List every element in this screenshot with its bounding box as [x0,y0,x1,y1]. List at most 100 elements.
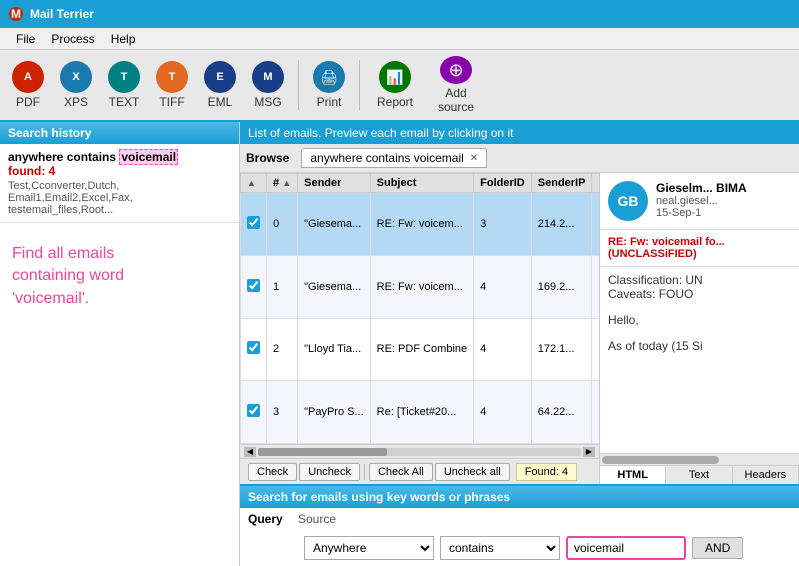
query-keyword: voicemail [119,149,178,165]
email-table-container: ▲ # ▲ Sender Subject FolderID SenderIP D… [240,173,599,444]
source-label: Source [298,512,348,526]
tab-html[interactable]: HTML [600,466,666,484]
col-num[interactable]: # ▲ [267,174,298,193]
row-subject: RE: Fw: voicem... [370,255,473,318]
scroll-track[interactable] [258,448,581,456]
preview-pane: GB Gieselm... BIMA neal.giesel... 15-Sep… [599,173,799,484]
row-date: 04-Sep [592,381,599,444]
app-title: Mail Terrier [30,7,94,21]
preview-scrollbar[interactable] [600,453,799,465]
report-button[interactable]: 📊 Report [368,56,422,114]
preview-date: 15-Sep-1 [656,207,747,219]
row-subject: RE: Fw: voicem... [370,193,473,256]
table-row[interactable]: 2 "Lloyd Tia... RE: PDF Combine 4 172.1.… [241,318,600,381]
menu-bar: File Process Help [0,28,799,50]
sidebar: Search history anywhere contains voicema… [0,122,240,566]
horizontal-scrollbar[interactable]: ◀ ▶ [240,444,599,458]
row-folder: 3 [474,193,532,256]
col-senderip[interactable]: SenderIP [531,174,592,193]
tab-close-icon[interactable]: ✕ [470,153,478,164]
xps-icon: X [60,61,92,93]
table-row[interactable]: 1 "Giesema... RE: Fw: voicem... 4 169.2.… [241,255,600,318]
search-row: Anywhere Subject Sender Body Date contai… [240,530,799,566]
row-sender: "Giesema... [298,255,371,318]
footer-controls: Check Uncheck Check All Uncheck all Foun… [240,458,599,484]
query-found-count: found: 4 [8,164,231,178]
pdf-button[interactable]: A PDF [6,56,50,114]
scroll-right-icon[interactable]: ▶ [583,447,595,457]
col-date[interactable]: Date [592,174,599,193]
msg-icon: M [252,61,284,93]
eml-icon: E [204,61,236,93]
check-all-button[interactable]: Check All [369,463,433,481]
query-prefix: anywhere contains [8,150,119,164]
msg-button[interactable]: M MSG [246,56,290,114]
row-ip: 214.2... [531,193,592,256]
row-checkbox[interactable] [241,255,267,318]
preview-tabs: HTML Text Headers [600,465,799,484]
title-bar: M Mail Terrier [0,0,799,28]
check-button[interactable]: Check [248,463,297,481]
tiff-button[interactable]: T TIFF [150,56,194,114]
app-icon: M [8,6,24,22]
row-num: 2 [267,318,298,381]
toolbar-separator [298,60,299,110]
menu-process[interactable]: Process [43,30,102,48]
row-num: 3 [267,381,298,444]
col-sender[interactable]: Sender [298,174,371,193]
menu-file[interactable]: File [8,30,43,48]
row-subject: RE: PDF Combine [370,318,473,381]
text-icon: T [108,61,140,93]
toolbar-separator-2 [359,60,360,110]
keyword-input[interactable] [566,536,686,560]
browse-label: Browse [246,151,289,165]
add-source-button[interactable]: ⊕ Add source [426,56,486,114]
preview-body: Classification: UNCaveats: FOUOHello,As … [600,267,799,453]
print-button[interactable]: 🖨 Print [307,56,351,114]
xps-button[interactable]: X XPS [54,56,98,114]
row-checkbox[interactable] [241,381,267,444]
col-folderid[interactable]: FolderID [474,174,532,193]
scroll-left-icon[interactable]: ◀ [244,447,256,457]
search-history-item[interactable]: anywhere contains voicemail found: 4 Tes… [0,144,239,223]
row-date: 15-Sep [592,255,599,318]
uncheck-button[interactable]: Uncheck [299,463,360,481]
contains-select[interactable]: contains does not contain equals starts … [440,536,560,560]
report-icon: 📊 [379,61,411,93]
table-row[interactable]: 0 "Giesema... RE: Fw: voicem... 3 214.2.… [241,193,600,256]
uncheck-all-button[interactable]: Uncheck all [435,463,510,481]
sidebar-annotation: Find all emailscontaining word'voicemail… [0,223,239,330]
and-button[interactable]: AND [692,537,743,559]
preview-header: GB Gieselm... BIMA neal.giesel... 15-Sep… [600,173,799,230]
row-sender: "Giesema... [298,193,371,256]
search-panel-header: Search for emails using key words or phr… [240,486,799,508]
svg-text:M: M [11,7,21,21]
preview-email: neal.giesel... [656,195,747,207]
list-header: List of emails. Preview each email by cl… [240,122,799,144]
preview-scroll-thumb[interactable] [602,456,719,464]
query-text: anywhere contains voicemail [8,150,231,164]
content-area: List of emails. Preview each email by cl… [240,122,799,566]
found-badge: Found: 4 [516,463,577,481]
row-checkbox[interactable] [241,193,267,256]
menu-help[interactable]: Help [103,30,144,48]
row-folder: 4 [474,255,532,318]
row-date: 06-Sep [592,318,599,381]
main-area: Search history anywhere contains voicema… [0,122,799,566]
eml-button[interactable]: E EML [198,56,242,114]
table-row[interactable]: 3 "PayPro S... Re: [Ticket#20... 4 64.22… [241,381,600,444]
row-checkbox[interactable] [241,318,267,381]
anywhere-select[interactable]: Anywhere Subject Sender Body Date [304,536,434,560]
footer-separator [364,464,365,480]
text-button[interactable]: T TEXT [102,56,146,114]
row-folder: 4 [474,381,532,444]
tab-text[interactable]: Text [666,466,732,484]
query-label: Query [248,512,298,526]
email-list-tab[interactable]: anywhere contains voicemail ✕ [301,148,487,168]
tiff-icon: T [156,61,188,93]
scroll-thumb[interactable] [258,448,387,456]
tab-headers[interactable]: Headers [733,466,799,484]
row-sender: "PayPro S... [298,381,371,444]
col-subject[interactable]: Subject [370,174,473,193]
row-num: 0 [267,193,298,256]
